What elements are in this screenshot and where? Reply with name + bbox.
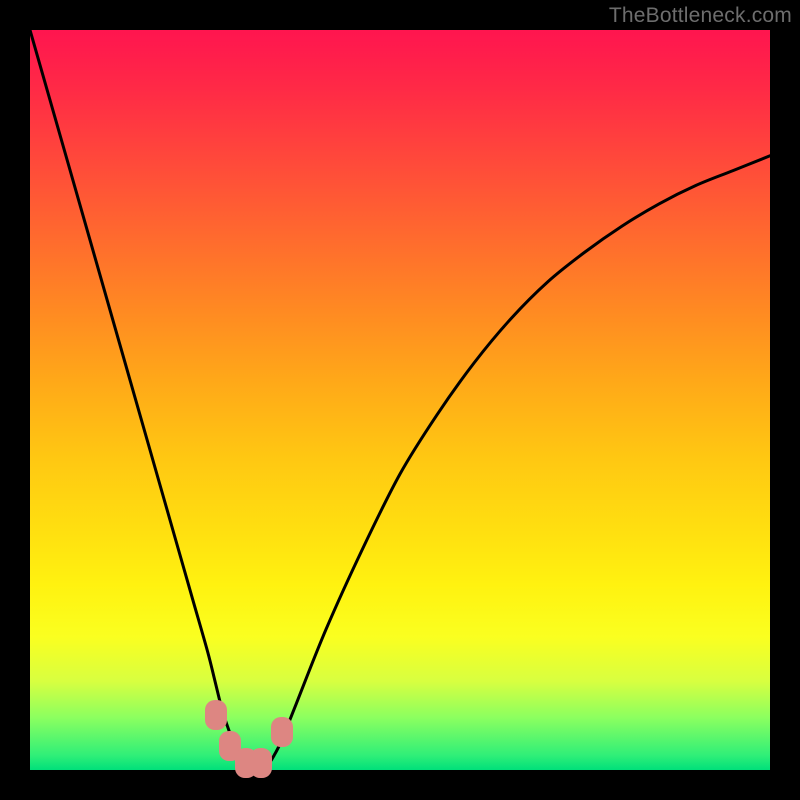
bottleneck-curve bbox=[30, 30, 770, 770]
marker-e bbox=[271, 717, 293, 747]
plot-area bbox=[30, 30, 770, 770]
chart-frame: TheBottleneck.com bbox=[0, 0, 800, 800]
marker-d bbox=[250, 748, 272, 778]
watermark-text: TheBottleneck.com bbox=[609, 4, 792, 28]
curve-svg bbox=[30, 30, 770, 770]
marker-a bbox=[205, 700, 227, 730]
